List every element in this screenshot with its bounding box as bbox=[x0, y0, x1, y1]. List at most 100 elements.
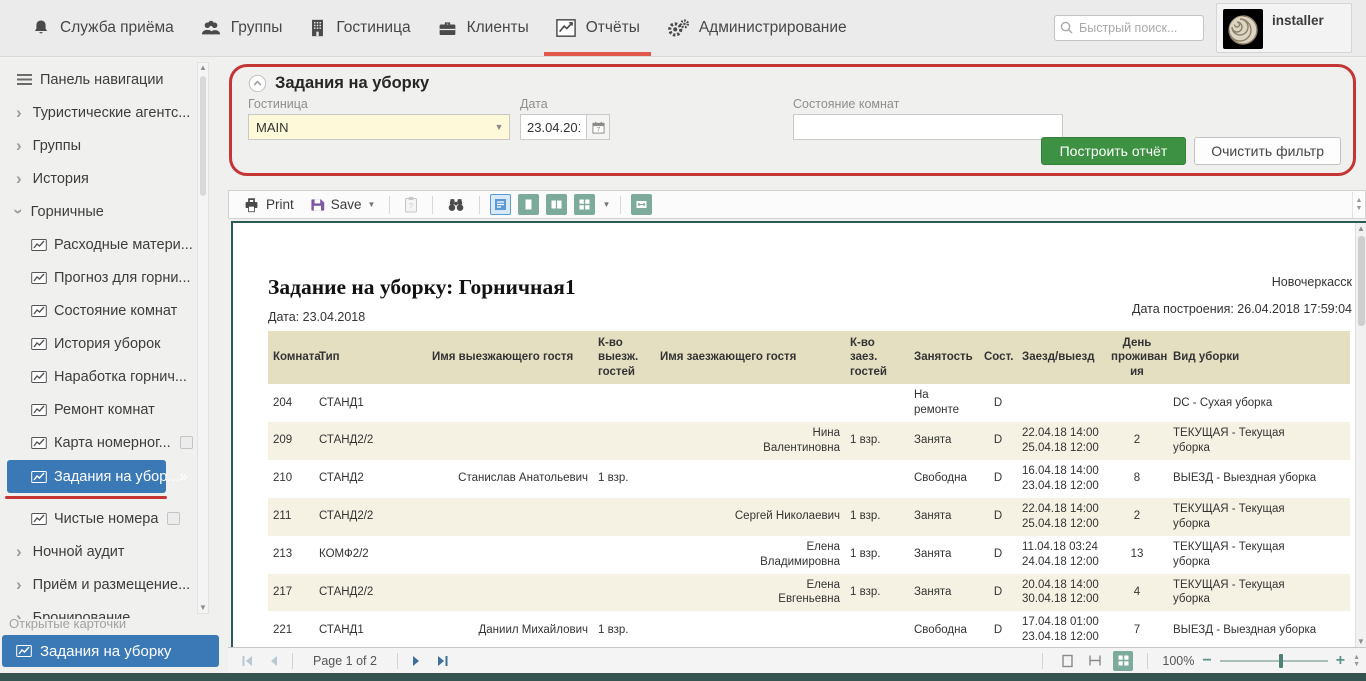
sidebar-scrollbar[interactable]: ▲ ▼ bbox=[197, 62, 209, 614]
sidebar-item[interactable]: Состояние комнат bbox=[0, 294, 196, 327]
table-cell bbox=[845, 460, 909, 498]
search-input[interactable] bbox=[1054, 15, 1204, 41]
table-cell bbox=[593, 536, 655, 574]
table-cell: DC - Сухая уборка bbox=[1168, 384, 1350, 422]
nav-hotel[interactable]: Гостиница bbox=[295, 0, 423, 56]
collapse-icon[interactable] bbox=[248, 74, 267, 93]
hotel-combobox[interactable]: ▼ bbox=[248, 114, 510, 140]
close-badge-icon[interactable] bbox=[180, 436, 193, 449]
table-cell bbox=[1106, 384, 1168, 422]
sidebar-item[interactable]: Ремонт комнат bbox=[0, 393, 196, 426]
scrollbar-thumb[interactable] bbox=[200, 76, 206, 196]
prev-page-button[interactable] bbox=[260, 651, 286, 671]
nav-reception[interactable]: Служба приёма bbox=[18, 0, 187, 56]
last-page-icon bbox=[436, 655, 449, 667]
ammonite-avatar bbox=[1223, 9, 1263, 49]
zoom-slider[interactable] bbox=[1220, 654, 1328, 668]
table-cell: D bbox=[979, 384, 1017, 422]
table-cell bbox=[845, 384, 909, 422]
clear-filter-button[interactable]: Очистить фильтр bbox=[1194, 137, 1341, 165]
combo-arrow-icon[interactable]: ▼ bbox=[489, 115, 509, 139]
sidebar-item[interactable]: Чистые номера bbox=[0, 502, 196, 535]
sidebar-item[interactable]: ›Приём и размещение... bbox=[0, 568, 196, 601]
main-area: Задания на уборку Гостиница ▼ Дата 7 bbox=[225, 57, 1366, 673]
filter-title: Задания на уборку bbox=[275, 74, 429, 93]
print-button[interactable]: Print bbox=[239, 195, 298, 215]
last-page-button[interactable] bbox=[430, 651, 456, 671]
find-button[interactable] bbox=[443, 195, 469, 214]
chevron-down-icon[interactable]: ▼ bbox=[602, 200, 610, 209]
zoom-page-button[interactable] bbox=[1057, 651, 1077, 671]
user-menu[interactable]: installer bbox=[1216, 3, 1352, 53]
nav-admin[interactable]: Администрирование bbox=[653, 0, 860, 56]
zoom-grid-button[interactable] bbox=[1113, 651, 1133, 671]
table-cell: Занята bbox=[909, 574, 979, 612]
table-cell bbox=[593, 384, 655, 422]
chevron-right-icon: › bbox=[16, 576, 22, 593]
nav-clients[interactable]: Клиенты bbox=[424, 0, 542, 56]
report-chart-icon bbox=[31, 238, 47, 252]
open-card-tasks-button[interactable]: Задания на уборку bbox=[2, 635, 219, 667]
status-scroll-spinner[interactable]: ▲▼ bbox=[1353, 654, 1360, 668]
fit-width-button[interactable] bbox=[631, 194, 652, 215]
calendar-icon[interactable]: 7 bbox=[586, 114, 610, 140]
zoom-in-button[interactable]: + bbox=[1336, 653, 1345, 669]
first-page-icon bbox=[241, 655, 254, 667]
scrollbar-thumb[interactable] bbox=[1358, 236, 1365, 326]
sidebar-item[interactable]: Карта номерног... bbox=[0, 426, 196, 459]
sidebar-item[interactable]: Расходные матери... bbox=[0, 228, 196, 261]
sidebar-item[interactable]: ›История bbox=[0, 162, 196, 195]
sidebar-item-label: Расходные матери... bbox=[54, 237, 193, 253]
table-cell bbox=[655, 611, 845, 647]
column-header: Имя заезжающего гостя bbox=[655, 331, 845, 384]
room-state-input[interactable] bbox=[793, 114, 1063, 140]
view-single-page-button[interactable] bbox=[518, 194, 539, 215]
first-page-button[interactable] bbox=[234, 651, 260, 671]
slider-thumb[interactable] bbox=[1279, 654, 1283, 668]
toolbar-scroll-spinner[interactable]: ▲▼ bbox=[1352, 192, 1365, 218]
table-cell: ТЕКУЩАЯ - Текущая уборка bbox=[1168, 536, 1350, 574]
build-report-button[interactable]: Построить отчёт bbox=[1041, 137, 1187, 165]
view-two-pages-button[interactable] bbox=[546, 194, 567, 215]
zoom-out-button[interactable]: − bbox=[1202, 653, 1211, 669]
hotel-input[interactable] bbox=[248, 114, 510, 140]
table-cell: Занята bbox=[909, 498, 979, 536]
save-button[interactable]: Save ▼ bbox=[305, 195, 380, 215]
zoom-level: 100% bbox=[1162, 654, 1194, 668]
sidebar-item[interactable]: История уборок bbox=[0, 327, 196, 360]
sidebar-item[interactable]: ›Группы bbox=[0, 129, 196, 162]
chevron-right-icon: › bbox=[16, 137, 22, 154]
table-cell: D bbox=[979, 422, 1017, 460]
save-label: Save bbox=[331, 197, 362, 212]
clipboard-button[interactable]: ? bbox=[400, 194, 422, 215]
table-cell: Занята bbox=[909, 536, 979, 574]
nav-reports[interactable]: Отчёты bbox=[542, 0, 653, 56]
column-header: Тип bbox=[314, 331, 427, 384]
date-input[interactable] bbox=[520, 114, 586, 140]
sidebar-item[interactable]: ›Ночной аудит bbox=[0, 535, 196, 568]
sidebar-item-label: Ремонт комнат bbox=[54, 402, 155, 418]
scroll-up-icon[interactable]: ▲ bbox=[198, 63, 208, 73]
zoom-page-icon bbox=[1061, 654, 1074, 668]
scroll-down-icon[interactable]: ▼ bbox=[1356, 636, 1366, 647]
sidebar-item[interactable]: Наработка горнич... bbox=[0, 360, 196, 393]
scroll-up-icon[interactable]: ▲ bbox=[1356, 223, 1366, 234]
table-cell: Елена Евгеньевна bbox=[655, 574, 845, 612]
sidebar-item[interactable]: ›Туристические агентс... bbox=[0, 96, 196, 129]
next-page-button[interactable] bbox=[404, 651, 430, 671]
nav-groups[interactable]: Группы bbox=[187, 0, 296, 56]
sidebar-item[interactable]: Панель навигации bbox=[0, 63, 196, 96]
sidebar-item[interactable]: Задания на убор...» bbox=[7, 460, 166, 493]
sidebar-item[interactable]: ›Горничные bbox=[0, 195, 196, 228]
scroll-down-icon[interactable]: ▼ bbox=[198, 603, 208, 613]
view-multi-page-button[interactable] bbox=[574, 194, 595, 215]
zoom-fit-height-button[interactable] bbox=[1085, 651, 1105, 671]
users-icon bbox=[200, 18, 222, 38]
sidebar-item[interactable]: Прогноз для горни... bbox=[0, 261, 196, 294]
table-cell: 17.04.18 01:00 23.04.18 12:00 bbox=[1017, 611, 1106, 647]
viewer-scrollbar[interactable]: ▲ ▼ bbox=[1355, 223, 1366, 647]
view-continuous-button[interactable] bbox=[490, 194, 511, 215]
close-badge-icon[interactable] bbox=[167, 512, 180, 525]
table-cell: 204 bbox=[268, 384, 314, 422]
report-chart-icon bbox=[31, 436, 47, 450]
